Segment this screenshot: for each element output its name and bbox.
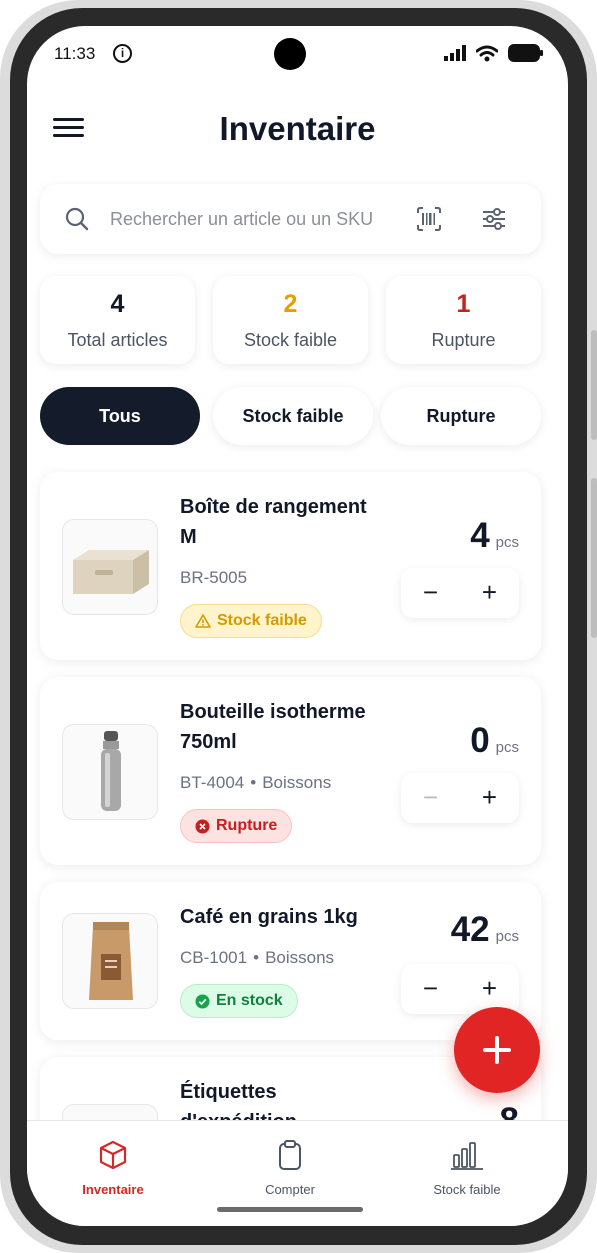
storage-box-image [62,519,158,615]
product-sku: BT-4004 [180,773,245,792]
status-badge: Rupture [180,809,293,843]
tab-out-of-stock[interactable]: Rupture [381,387,541,445]
product-card[interactable]: Boîte de rangement M BR-5005 Stock faibl… [40,472,541,660]
separator-dot: • [253,948,260,967]
screen: 11:33 i Inventaire Rechercher un article… [27,26,568,1226]
quantity-value: 4 [470,516,490,555]
stat-value: 2 [283,290,298,318]
status-badge-label: Rupture [216,817,278,834]
decrement-button[interactable]: − [401,773,460,823]
product-name-line: Étiquettes [180,1081,277,1103]
warning-icon [195,614,211,628]
status-badge-label: Stock faible [217,612,307,629]
separator-dot: • [250,773,257,792]
quantity-value: 0 [470,721,490,760]
quantity-unit: pcs [495,928,519,945]
quantity-value: 8 [500,1101,519,1120]
nav-item-stock-faible[interactable]: Stock faible [387,1139,547,1197]
check-circle-icon [195,994,210,1008]
app-header: Inventaire [27,104,568,160]
product-sku: CB-1001 [180,948,248,967]
stat-label: Total articles [67,330,168,350]
status-badge: En stock [180,984,298,1018]
status-time: 11:33 [54,44,96,63]
stat-card-total: 4 Total articles [40,276,195,364]
decrement-button[interactable]: − [401,964,460,1014]
product-card[interactable]: Bouteille isotherme 750ml BT-4004 • Boisso… [40,677,541,865]
status-bar: 11:33 i [27,26,568,84]
nav-label: Stock faible [433,1182,501,1197]
plus-icon [495,1036,499,1064]
status-icons [444,44,544,62]
quantity-stepper: − + [401,568,519,618]
decrement-button[interactable]: − [401,568,460,618]
add-item-button[interactable] [454,1007,540,1093]
nav-label: Compter [265,1182,315,1197]
clipboard-icon [279,1140,301,1170]
battery-icon [508,44,543,62]
product-name-line: d'expédition [180,1107,390,1120]
box-icon [99,1140,127,1170]
stat-value: 1 [456,290,471,318]
product-meta: BT-4004 • Boissons [180,773,331,793]
nav-item-compter[interactable]: Compter [210,1139,370,1197]
increment-button[interactable]: + [460,568,519,618]
quantity-value: 42 [450,910,490,949]
quantity-display: 8 [500,1101,519,1120]
volume-button [591,330,597,440]
product-name-line: M [180,526,197,548]
product-name-line: 750ml [180,731,237,753]
home-indicator[interactable] [217,1207,363,1212]
product-name: Étiquettes d'expédition [180,1077,390,1120]
search-icon [65,207,89,231]
bottle-image [62,724,158,820]
labels-image [62,1104,158,1120]
product-category: Boissons [265,948,335,967]
status-badge: Stock faible [180,604,322,638]
product-name-line: Bouteille isotherme [180,701,366,723]
stat-label: Stock faible [243,330,338,350]
stat-card-out-of-stock: 1 Rupture [386,276,541,364]
filter-sliders-icon[interactable] [481,206,507,232]
stat-label: Rupture [431,330,496,350]
quantity-display: 42 pcs [451,910,519,950]
bar-chart-icon [451,1142,483,1170]
product-name-line: Boîte de rangement [180,496,367,518]
barcode-scan-icon[interactable] [416,206,442,232]
coffee-bag-image [62,913,158,1009]
product-category: Boissons [262,773,332,792]
tab-low-stock[interactable]: Stock faible [213,387,373,445]
nav-label: Inventaire [82,1182,144,1197]
signal-icon [444,45,466,61]
quantity-unit: pcs [495,534,519,551]
quantity-display: 4 pcs [470,516,519,556]
stat-card-low-stock: 2 Stock faible [213,276,368,364]
product-name: Café en grains 1kg [180,902,400,932]
quantity-unit: pcs [495,739,519,756]
quantity-stepper: − + [401,773,519,823]
error-circle-icon [195,819,210,833]
power-button [591,478,597,638]
tab-all[interactable]: Tous [40,387,200,445]
wifi-icon [476,45,498,61]
product-name: Boîte de rangement M [180,492,390,552]
nav-item-inventaire[interactable]: Inventaire [33,1139,193,1197]
status-badge-label: En stock [216,992,283,1009]
increment-button[interactable]: + [460,773,519,823]
search-input[interactable] [110,204,410,234]
product-meta: CB-1001 • Boissons [180,948,334,968]
quantity-display: 0 pcs [470,721,519,761]
stat-value: 4 [110,290,125,318]
front-camera [274,38,306,70]
info-icon: i [113,44,132,63]
product-name: Bouteille isotherme 750ml [180,697,390,757]
product-card[interactable]: Café en grains 1kg CB-1001 • Boissons En s… [40,882,541,1040]
product-name-line: Café en grains 1kg [180,906,358,928]
search-bar [40,184,541,254]
product-sku: BR-5005 [180,568,248,587]
page-title: Inventaire [219,110,376,147]
